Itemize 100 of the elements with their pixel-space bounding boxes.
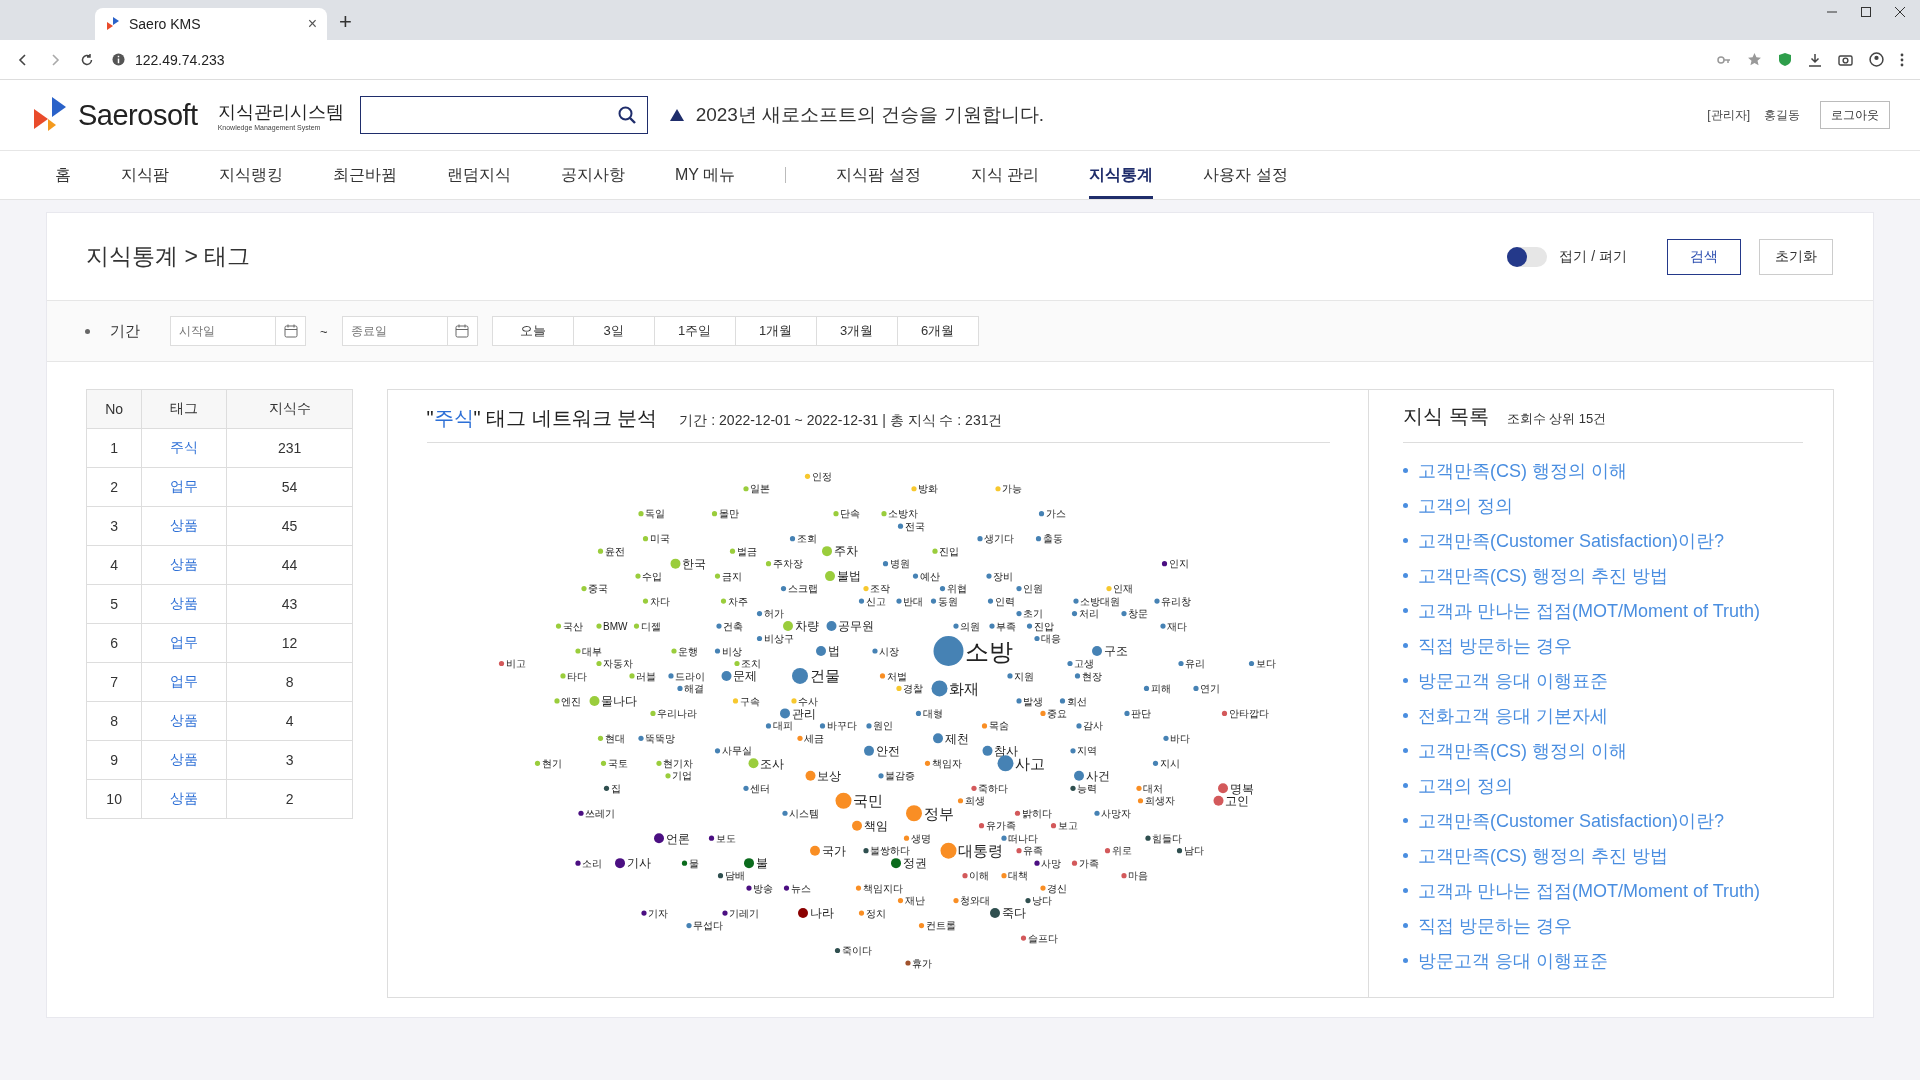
- network-node[interactable]: 차주: [720, 595, 748, 607]
- network-node[interactable]: 책임지다: [855, 882, 903, 894]
- network-node[interactable]: 집: [603, 782, 621, 794]
- network-node[interactable]: 중국: [581, 583, 609, 595]
- network-node[interactable]: 윤전: [597, 545, 625, 557]
- network-node[interactable]: 수입: [635, 570, 663, 582]
- range-button[interactable]: 6개월: [896, 316, 979, 346]
- tag-link[interactable]: 상품: [170, 595, 199, 611]
- network-node[interactable]: 청와대: [953, 895, 991, 907]
- reset-button[interactable]: 초기화: [1759, 238, 1833, 275]
- calendar-button[interactable]: [275, 316, 306, 346]
- network-node[interactable]: 대처: [1136, 782, 1164, 794]
- network-node[interactable]: 건축: [716, 620, 744, 632]
- nav-tab[interactable]: 사용자 설정: [1203, 151, 1288, 199]
- tag-link[interactable]: 업무: [170, 478, 199, 494]
- network-node[interactable]: 독일: [638, 508, 666, 520]
- network-node[interactable]: 출동: [1035, 533, 1063, 545]
- network-node[interactable]: 판단: [1124, 708, 1152, 719]
- network-node[interactable]: 밝히다: [1014, 807, 1052, 819]
- network-node[interactable]: 연기: [1193, 683, 1221, 695]
- network-node[interactable]: 건물: [792, 667, 840, 685]
- network-node[interactable]: 감사: [1076, 720, 1104, 732]
- network-node[interactable]: 능력: [1070, 782, 1098, 794]
- network-node[interactable]: 생기다: [977, 533, 1015, 545]
- network-node[interactable]: 휴가: [905, 957, 933, 969]
- network-node[interactable]: 국가: [810, 844, 846, 858]
- network-node[interactable]: 병원: [882, 558, 910, 570]
- network-node[interactable]: 사무실: [714, 745, 752, 757]
- network-node[interactable]: 드라이: [668, 670, 706, 682]
- network-node[interactable]: 정부: [906, 804, 954, 822]
- network-node[interactable]: 보상: [805, 769, 841, 784]
- network-node[interactable]: 러블: [629, 670, 657, 682]
- tag-link[interactable]: 상품: [170, 517, 199, 533]
- network-node[interactable]: 국산: [555, 620, 583, 632]
- network-node[interactable]: 정치: [858, 907, 886, 919]
- search-button[interactable]: 검색: [1667, 238, 1741, 275]
- network-node[interactable]: 반대: [896, 595, 924, 607]
- network-node[interactable]: 담배: [717, 870, 745, 882]
- network-node[interactable]: 떠나다: [1001, 832, 1039, 844]
- network-node[interactable]: 운행: [671, 645, 699, 657]
- network-node[interactable]: 엔진: [554, 695, 582, 707]
- star-icon[interactable]: [1747, 52, 1762, 67]
- network-node[interactable]: 예산: [912, 570, 940, 582]
- network-node[interactable]: 자동차: [596, 658, 634, 670]
- network-node[interactable]: 인력: [987, 595, 1015, 607]
- network-node[interactable]: 관리: [780, 706, 816, 721]
- network-node[interactable]: 죽다: [990, 906, 1026, 921]
- calendar-button[interactable]: [446, 316, 478, 346]
- network-node[interactable]: 차량: [783, 619, 819, 634]
- network-node[interactable]: 위협: [939, 583, 967, 595]
- network-node[interactable]: 바다: [1163, 732, 1191, 744]
- network-node[interactable]: 디젤: [633, 620, 661, 632]
- network-node[interactable]: 슬프다: [1020, 932, 1058, 944]
- network-node[interactable]: 보고: [1050, 820, 1078, 832]
- nav-tab[interactable]: 홈: [55, 151, 71, 199]
- network-node[interactable]: 유리창: [1154, 595, 1192, 607]
- network-node[interactable]: 대책: [1001, 870, 1029, 882]
- network-node[interactable]: 시스템: [782, 807, 820, 819]
- network-node[interactable]: 보다: [1248, 658, 1276, 670]
- network-node[interactable]: 현기: [534, 757, 562, 769]
- network-node[interactable]: 생명: [903, 832, 931, 844]
- network-node[interactable]: 우리나라: [650, 708, 698, 719]
- network-node[interactable]: 목숨: [981, 720, 1009, 732]
- close-icon[interactable]: [1894, 6, 1906, 18]
- network-node[interactable]: 전국: [897, 520, 925, 532]
- network-node[interactable]: 무섭다: [686, 920, 724, 932]
- network-node[interactable]: 뚝뚝망: [638, 732, 676, 744]
- network-node[interactable]: 인정: [804, 470, 832, 482]
- download-icon[interactable]: [1808, 52, 1822, 67]
- search-icon[interactable]: [616, 105, 637, 125]
- network-node[interactable]: 바꾸다: [819, 720, 857, 732]
- network-node[interactable]: 방화: [911, 483, 939, 495]
- reload-icon[interactable]: [80, 52, 94, 67]
- tag-link[interactable]: 업무: [170, 673, 199, 689]
- network-node[interactable]: 가족: [1071, 857, 1099, 869]
- network-node[interactable]: 기업: [665, 770, 693, 782]
- network-node[interactable]: 안타깝다: [1221, 708, 1269, 719]
- info-icon[interactable]: [112, 53, 125, 66]
- network-node[interactable]: 죽하다: [971, 782, 1009, 794]
- network-node[interactable]: 고생: [1067, 658, 1095, 670]
- network-node[interactable]: 초기: [1016, 608, 1044, 620]
- shield-icon[interactable]: [1778, 52, 1792, 67]
- calendar-icon[interactable]: [283, 324, 298, 338]
- logout-button[interactable]: 로그아웃: [1820, 101, 1890, 129]
- network-node[interactable]: 쓰레기: [578, 807, 616, 819]
- network-node[interactable]: 유가족: [978, 820, 1016, 832]
- network-node[interactable]: 불쌍하다: [863, 845, 911, 857]
- network-node[interactable]: 중요: [1040, 708, 1068, 719]
- network-node[interactable]: 대응: [1034, 633, 1062, 645]
- tag-link[interactable]: 주식: [170, 439, 199, 455]
- network-node[interactable]: 원인: [866, 720, 894, 732]
- nav-tab[interactable]: 공지사항: [561, 151, 625, 199]
- network-node[interactable]: 스크랩: [780, 583, 818, 595]
- tag-link[interactable]: 업무: [170, 634, 199, 650]
- network-node[interactable]: 국토: [600, 757, 628, 769]
- network-node[interactable]: 정권: [891, 856, 927, 871]
- network-node[interactable]: 이해: [962, 870, 990, 882]
- network-node[interactable]: 낭다: [1025, 895, 1053, 907]
- nav-tab[interactable]: 지식팜: [121, 151, 169, 199]
- range-button[interactable]: 3개월: [815, 316, 898, 346]
